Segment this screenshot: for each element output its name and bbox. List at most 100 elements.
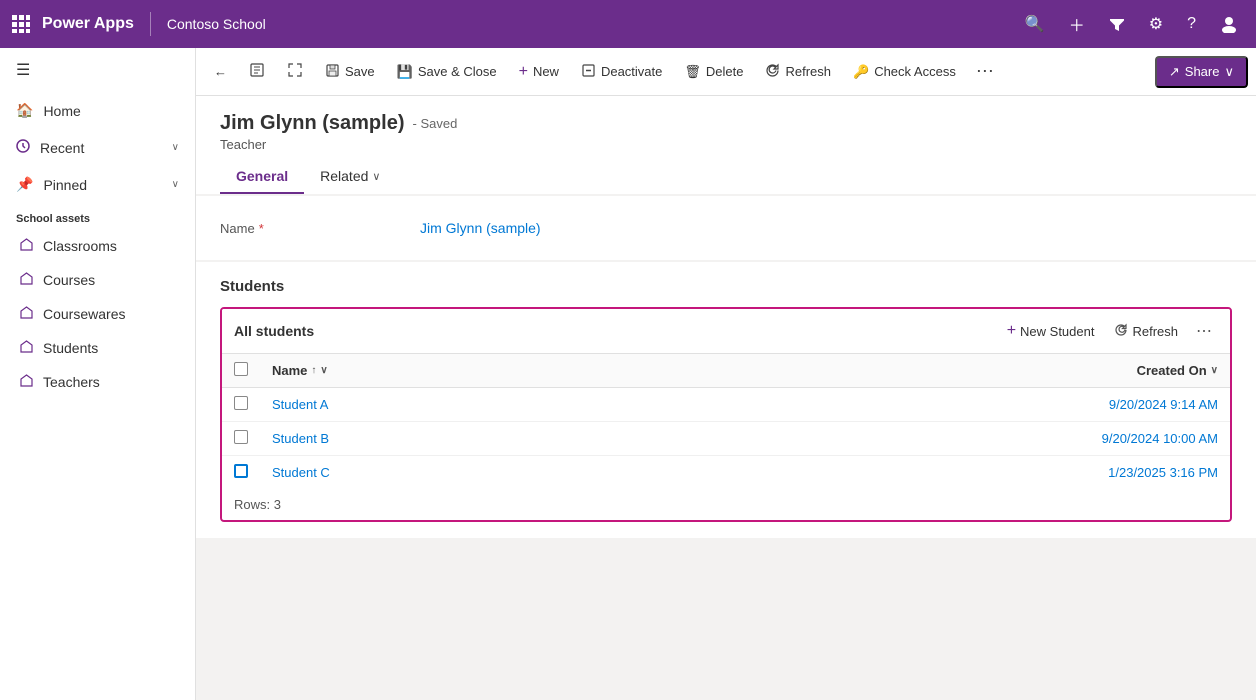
created-on-column-header[interactable]: Created On ∨ (617, 354, 1230, 388)
student-name-link[interactable]: Student C (272, 465, 330, 480)
share-button[interactable]: ↗ Share ∨ (1155, 56, 1248, 88)
student-name-link[interactable]: Student A (272, 397, 328, 412)
command-bar: ← Save 💾 Save & Close (196, 48, 1256, 96)
tab-general[interactable]: General (220, 160, 304, 194)
table-row: Student B 9/20/2024 10:00 AM (222, 422, 1230, 456)
settings-icon[interactable]: ⚙ (1143, 8, 1169, 40)
row-checkbox-cell[interactable] (222, 456, 260, 490)
record-saved-status: - Saved (413, 116, 458, 131)
grid-menu-icon[interactable] (12, 15, 30, 33)
save-button[interactable]: Save (315, 57, 385, 87)
check-access-button[interactable]: 🔑 Check Access (843, 58, 966, 86)
check-access-label: Check Access (874, 64, 956, 79)
row-checkbox-cell[interactable] (222, 388, 260, 422)
table-row: Student A 9/20/2024 9:14 AM (222, 388, 1230, 422)
student-name-cell: Student B (260, 422, 617, 456)
form-icon (249, 62, 265, 81)
row-checkbox-cell[interactable] (222, 422, 260, 456)
coursewares-icon (20, 306, 33, 322)
sidebar-recent-label: Recent (40, 140, 84, 156)
grid-refresh-icon (1114, 323, 1128, 340)
teachers-label: Teachers (43, 374, 100, 390)
hamburger-menu[interactable]: ☰ (0, 48, 195, 92)
delete-label: Delete (706, 64, 744, 79)
record-tabs: General Related ∨ (220, 160, 1232, 194)
table-row: Student C 1/23/2025 3:16 PM (222, 456, 1230, 490)
all-students-header: All students + New Student Refresh (222, 309, 1230, 354)
form-view-button[interactable] (239, 56, 275, 87)
deactivate-label: Deactivate (601, 64, 662, 79)
tab-related-label: Related (320, 168, 368, 184)
sidebar-pinned-label: Pinned (43, 177, 87, 193)
sidebar-item-pinned[interactable]: 📌 Pinned ∨ (0, 166, 195, 203)
school-assets-header: School assets (0, 203, 195, 229)
created-on-chevron-icon: ∨ (1211, 365, 1218, 376)
refresh-button[interactable]: Refresh (755, 57, 841, 87)
pinned-icon: 📌 (16, 176, 33, 193)
new-icon[interactable]: ＋ (1063, 6, 1091, 42)
grid-refresh-button[interactable]: Refresh (1106, 319, 1186, 344)
name-column-header[interactable]: Name ↑ ∨ (260, 354, 617, 388)
sidebar-item-coursewares[interactable]: Coursewares (0, 297, 195, 331)
search-icon[interactable]: 🔍 (1019, 8, 1051, 40)
save-close-label: Save & Close (418, 64, 497, 79)
new-button[interactable]: + New (509, 57, 569, 87)
students-section-title: Students (220, 278, 1232, 295)
sidebar-item-teachers[interactable]: Teachers (0, 365, 195, 399)
row-checkbox[interactable] (234, 430, 248, 444)
expand-button[interactable] (277, 56, 313, 87)
recent-chevron-icon: ∨ (172, 142, 179, 153)
student-name-link[interactable]: Student B (272, 431, 329, 446)
teachers-icon (20, 374, 33, 390)
row-checkbox[interactable] (234, 396, 248, 410)
sidebar-item-courses[interactable]: Courses (0, 263, 195, 297)
nav-divider (150, 12, 151, 36)
delete-icon: 🗑 (684, 64, 701, 80)
coursewares-label: Coursewares (43, 306, 125, 322)
grid-more-button[interactable]: ⋯ (1190, 317, 1218, 345)
more-options-button[interactable]: ⋯ (968, 55, 1002, 88)
help-icon[interactable]: ? (1181, 9, 1202, 39)
delete-button[interactable]: 🗑 Delete (674, 58, 753, 86)
created-on-cell: 9/20/2024 10:00 AM (617, 422, 1230, 456)
student-name-cell: Student A (260, 388, 617, 422)
sidebar-item-students[interactable]: Students (0, 331, 195, 365)
new-plus-icon: + (519, 63, 528, 81)
form-section-name: Name * Jim Glynn (sample) (196, 196, 1256, 260)
select-all-checkbox[interactable] (234, 362, 248, 376)
students-icon (20, 340, 33, 356)
pinned-chevron-icon: ∨ (172, 179, 179, 190)
new-student-button[interactable]: + New Student (999, 318, 1103, 344)
save-label: Save (345, 64, 375, 79)
deactivate-button[interactable]: Deactivate (571, 57, 672, 87)
sidebar-item-recent[interactable]: Recent ∨ (0, 129, 195, 166)
select-all-checkbox-header[interactable] (222, 354, 260, 388)
tab-related[interactable]: Related ∨ (304, 160, 396, 194)
filter-icon[interactable] (1103, 10, 1131, 38)
new-label: New (533, 64, 559, 79)
row-checkbox[interactable] (234, 464, 248, 478)
refresh-icon (765, 63, 780, 81)
students-label: Students (43, 340, 98, 356)
name-sort-icon: ↑ (311, 365, 316, 376)
students-table: Name ↑ ∨ Created On ∨ (222, 354, 1230, 489)
content-area: ← Save 💾 Save & Close (196, 48, 1256, 700)
courses-icon (20, 272, 33, 288)
name-value[interactable]: Jim Glynn (sample) (420, 220, 541, 236)
students-section: Students All students + New Student (196, 262, 1256, 538)
save-close-button[interactable]: 💾 Save & Close (387, 58, 507, 86)
all-students-title: All students (234, 323, 314, 339)
rows-count: Rows: 3 (222, 489, 1230, 520)
name-field-row: Name * Jim Glynn (sample) (220, 212, 1232, 244)
record-header: Jim Glynn (sample) - Saved Teacher Gener… (196, 96, 1256, 194)
sidebar-item-home[interactable]: 🏠 Home (0, 92, 195, 129)
expand-icon (287, 62, 303, 81)
sidebar-item-classrooms[interactable]: Classrooms (0, 229, 195, 263)
share-label: Share (1185, 64, 1220, 79)
created-on-cell: 9/20/2024 9:14 AM (617, 388, 1230, 422)
account-icon[interactable] (1214, 9, 1244, 39)
back-button[interactable]: ← (204, 58, 237, 85)
new-student-label: New Student (1020, 324, 1094, 339)
save-close-icon: 💾 (397, 64, 413, 80)
name-required-indicator: * (259, 221, 264, 236)
